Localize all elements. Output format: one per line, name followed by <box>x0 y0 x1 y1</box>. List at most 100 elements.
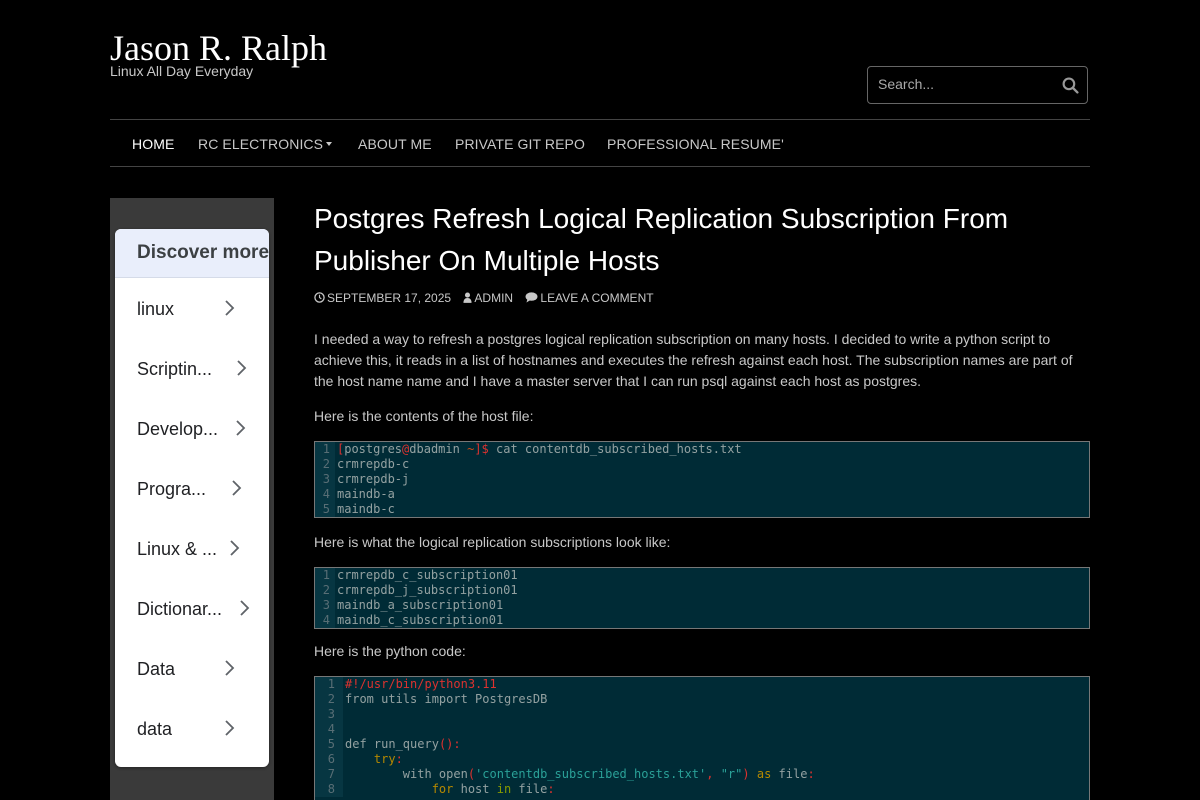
line-number: 2 <box>315 457 335 472</box>
code-line: 4 maindb-a <box>315 487 1089 502</box>
line-number: 3 <box>315 472 335 487</box>
leave-comment-text: LEAVE A COMMENT <box>540 291 654 305</box>
code-text: try: <box>345 752 403 766</box>
code-block-subscriptions: 1 crmrepdb_c_subscription01 2 crmrepdb_j_s… <box>314 567 1090 629</box>
subscriptions-label: Here is what the logical replication sub… <box>314 534 671 550</box>
post-author-text: ADMIN <box>474 291 514 305</box>
code-line: 1 #!/usr/bin/python3.11 <box>315 677 1089 692</box>
discover-item[interactable]: linux <box>115 279 269 339</box>
sidebar: Discover more linux Scriptin... Develop.… <box>110 198 274 800</box>
search-icon[interactable] <box>1062 77 1079 94</box>
code-line: 1 [postgres@dbadmin ~]$ cat contentdb_sub… <box>315 442 1089 457</box>
discover-more-card: Discover more linux Scriptin... Develop.… <box>115 229 269 767</box>
chevron-right-icon <box>237 360 247 376</box>
code-text: crmrepdb-j <box>337 472 410 486</box>
post-meta: SEPTEMBER 17, 2025 ADMIN LEAVE A COMMENT <box>314 291 663 305</box>
chevron-right-icon <box>225 660 235 676</box>
python-label: Here is the python code: <box>314 643 466 659</box>
nav-item-home[interactable]: HOME <box>132 136 174 152</box>
code-text: from utils import PostgresDB <box>345 692 548 706</box>
code-line: 6 try: <box>315 752 1089 767</box>
discover-item-label: Scriptin... <box>137 359 213 379</box>
code-text: [postgres@dbadmin ~]$ cat contentdb_subs… <box>337 442 742 456</box>
code-text: maindb_c_subscription01 <box>337 613 504 627</box>
code-text: for host in file: <box>345 782 555 796</box>
line-number: 1 <box>315 442 335 457</box>
code-text: crmrepdb_j_subscription01 <box>337 583 518 597</box>
nav-item-label: RC ELECTRONICS <box>198 136 324 152</box>
post-title[interactable]: Postgres Refresh Logical Replication Sub… <box>314 198 1090 282</box>
line-number: 2 <box>315 692 343 707</box>
chevron-right-icon <box>230 540 240 556</box>
code-line: 2 from utils import PostgresDB <box>315 692 1089 707</box>
line-number: 6 <box>315 752 343 767</box>
discover-item[interactable]: Data <box>115 639 269 699</box>
discover-item-label: Dictionar... <box>137 599 223 619</box>
code-line: 8 for host in file: <box>315 782 1089 797</box>
code-line: 4 <box>315 722 1089 737</box>
code-text: crmrepdb-c <box>337 457 410 471</box>
discover-item-label: Data <box>137 659 176 679</box>
code-text: def run_query(): <box>345 737 461 751</box>
code-text: #!/usr/bin/python3.11 <box>345 677 497 691</box>
code-text: maindb_a_subscription01 <box>337 598 504 612</box>
code-line: 5 maindb-c <box>315 502 1089 517</box>
line-number: 3 <box>315 598 335 613</box>
discover-item[interactable]: Progra... <box>115 459 269 519</box>
main-nav: HOME RC ELECTRONICS ABOUT ME PRIVATE GIT… <box>110 119 1090 167</box>
post-date[interactable]: SEPTEMBER 17, 2025 <box>314 291 454 305</box>
discover-item[interactable]: data <box>115 699 269 759</box>
line-number: 4 <box>315 722 343 737</box>
code-text: maindb-a <box>337 487 395 501</box>
discover-item-label: Develop... <box>137 419 219 439</box>
search-input[interactable] <box>878 76 1058 92</box>
code-line: 3 crmrepdb-j <box>315 472 1089 487</box>
clock-icon <box>314 292 325 303</box>
code-text: crmrepdb_c_subscription01 <box>337 568 518 582</box>
code-text: with open('contentdb_subscribed_hosts.tx… <box>345 767 815 781</box>
line-number: 3 <box>315 707 343 722</box>
nav-item-professional-resume[interactable]: PROFESSIONAL RESUME' <box>607 136 784 152</box>
discover-item-label: Linux & ... <box>137 539 218 559</box>
chevron-right-icon <box>225 720 235 736</box>
code-line: 2 crmrepdb-c <box>315 457 1089 472</box>
line-number: 5 <box>315 737 343 752</box>
discover-item[interactable]: Linux & ... <box>115 519 269 579</box>
chevron-right-icon <box>240 600 250 616</box>
post-date-text: SEPTEMBER 17, 2025 <box>327 291 452 305</box>
code-line: 4 maindb_c_subscription01 <box>315 613 1089 628</box>
discover-item[interactable]: Scriptin... <box>115 339 269 399</box>
search-box[interactable] <box>867 66 1088 104</box>
caret-down-icon <box>326 142 333 147</box>
code-line: 1 crmrepdb_c_subscription01 <box>315 568 1089 583</box>
chevron-right-icon <box>225 300 235 316</box>
nav-item-private-git-repo[interactable]: PRIVATE GIT REPO <box>455 136 585 152</box>
code-block-python: 1 #!/usr/bin/python3.11 2 from utils impor… <box>314 676 1090 800</box>
leave-comment-link[interactable]: LEAVE A COMMENT <box>525 291 654 305</box>
line-number: 4 <box>315 613 335 628</box>
discover-item-label: data <box>137 719 173 739</box>
chevron-right-icon <box>232 480 242 496</box>
code-line: 3 maindb_a_subscription01 <box>315 598 1089 613</box>
discover-item-label: Progra... <box>137 479 207 499</box>
code-block-host-file: 1 [postgres@dbadmin ~]$ cat contentdb_sub… <box>314 441 1090 518</box>
code-line: 2 crmrepdb_j_subscription01 <box>315 583 1089 598</box>
nav-item-rc-electronics[interactable]: RC ELECTRONICS <box>198 136 333 152</box>
line-number: 8 <box>315 782 343 797</box>
nav-item-about-me[interactable]: ABOUT ME <box>358 136 432 152</box>
discover-item[interactable]: Develop... <box>115 399 269 459</box>
code-line: 7 with open('contentdb_subscribed_hosts.… <box>315 767 1089 782</box>
code-line: 3 <box>315 707 1089 722</box>
discover-item[interactable]: Dictionar... <box>115 579 269 639</box>
line-number: 1 <box>315 677 343 692</box>
discover-more-header: Discover more <box>115 229 269 278</box>
site-tagline: Linux All Day Everyday <box>110 63 254 79</box>
discover-item-label: linux <box>137 299 175 319</box>
code-text: maindb-c <box>337 502 395 516</box>
line-number: 5 <box>315 502 335 517</box>
line-number: 1 <box>315 568 335 583</box>
host-file-label: Here is the contents of the host file: <box>314 408 534 424</box>
post-author[interactable]: ADMIN <box>463 291 516 305</box>
